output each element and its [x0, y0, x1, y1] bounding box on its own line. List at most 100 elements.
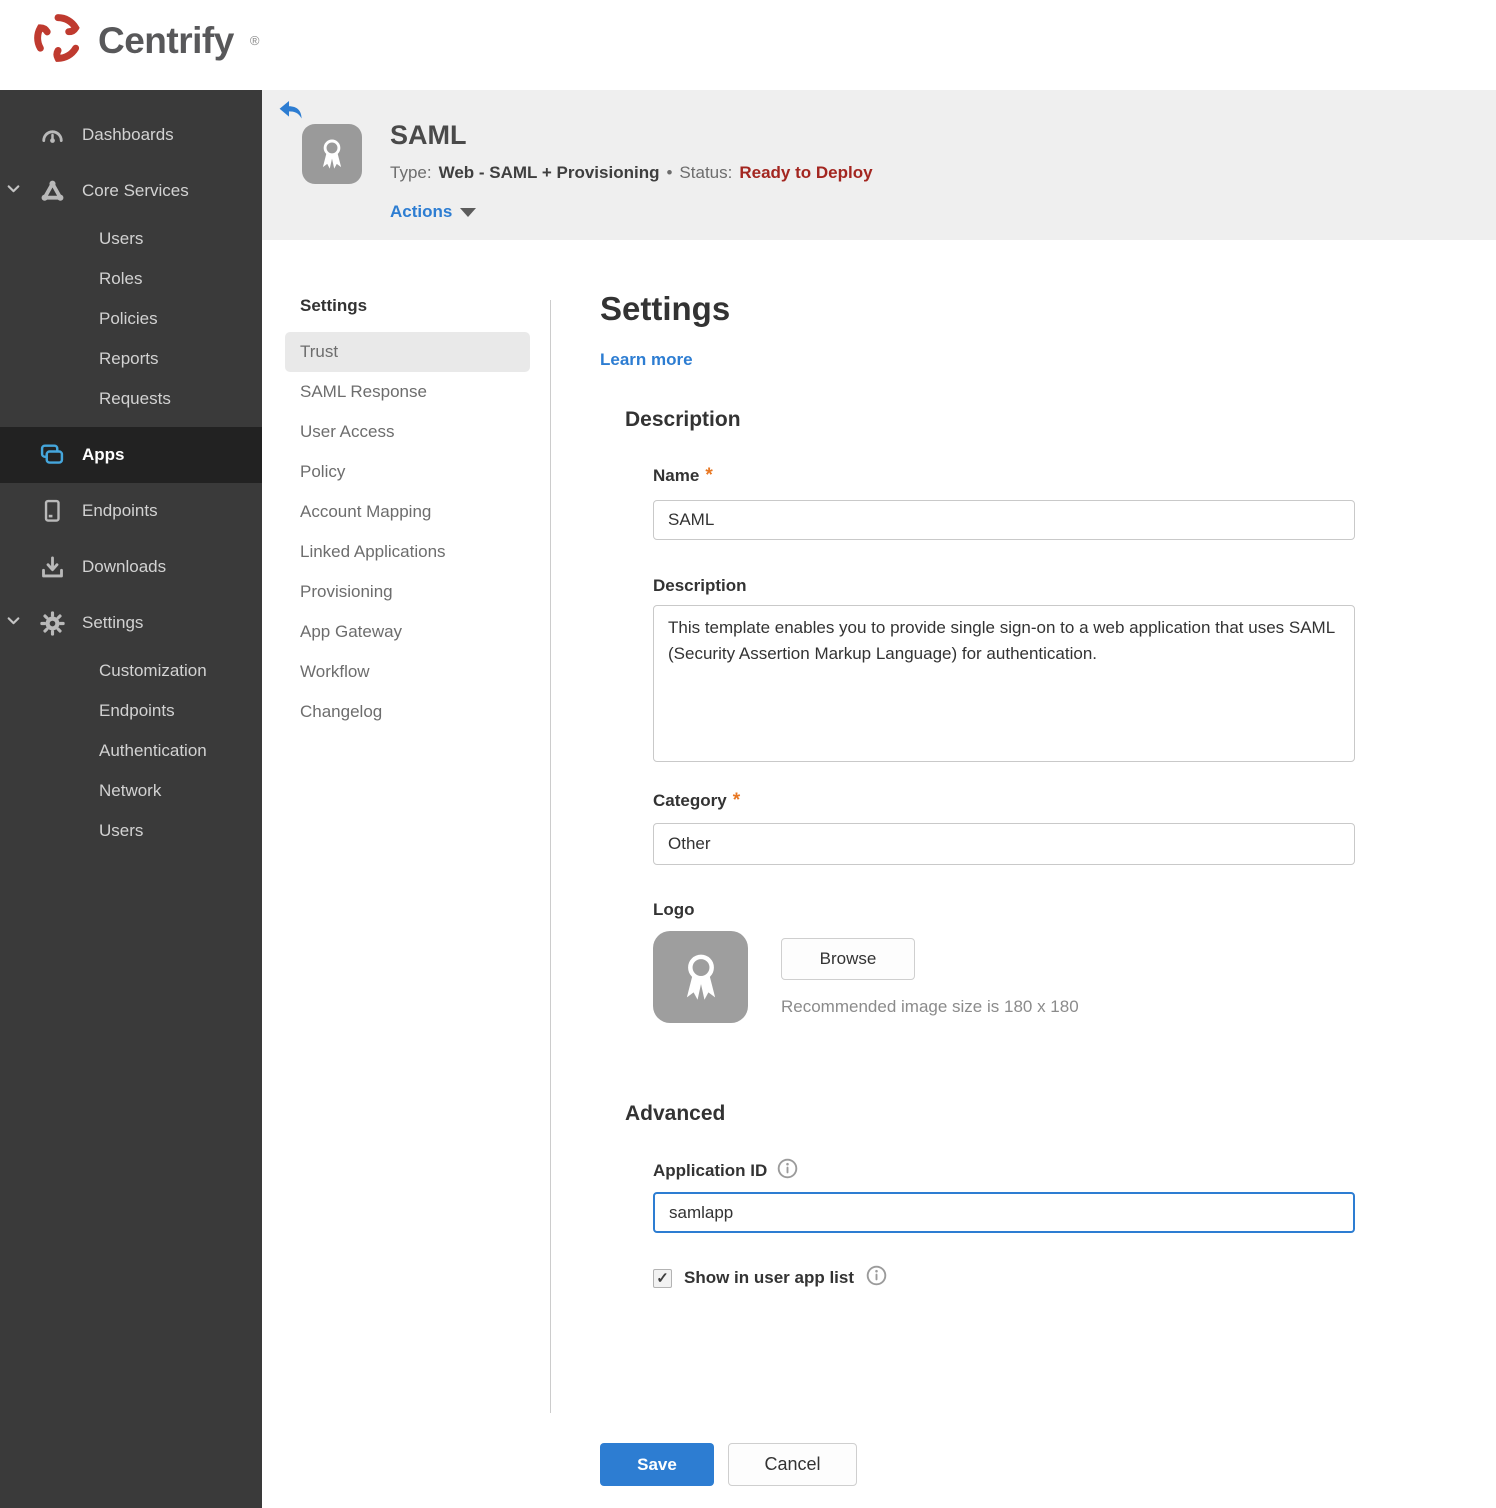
application-id-label: Application ID: [653, 1161, 768, 1180]
sidebar-item-customization[interactable]: Customization: [0, 651, 262, 691]
subnav-item-policy[interactable]: Policy: [285, 452, 530, 492]
application-id-input[interactable]: [653, 1192, 1355, 1233]
status-label: Status:: [679, 163, 733, 182]
chevron-down-icon[interactable]: [6, 613, 21, 633]
application-id-label-row: Application ID: [653, 1158, 798, 1184]
subnav-item-user-access[interactable]: User Access: [285, 412, 530, 452]
info-icon[interactable]: [777, 1158, 798, 1184]
name-field-label: Name *: [653, 465, 713, 486]
description-field-label: Description: [653, 576, 747, 595]
sidebar-subitem-label: Customization: [99, 661, 207, 680]
sidebar-item-settings[interactable]: Settings: [0, 595, 262, 651]
sidebar-item-label: Apps: [82, 445, 125, 464]
centrify-swirl-icon: [32, 12, 84, 69]
sidebar-item-label: Settings: [82, 613, 144, 632]
logo-size-hint: Recommended image size is 180 x 180: [781, 997, 1079, 1016]
description-section-header: Description: [625, 408, 741, 431]
category-input[interactable]: [653, 823, 1355, 865]
actions-label: Actions: [390, 202, 453, 221]
top-bar: Centrify ®: [0, 0, 1496, 90]
app-subnav: Settings Trust SAML Response User Access Po…: [285, 296, 530, 732]
subnav-item-provisioning[interactable]: Provisioning: [285, 572, 530, 612]
chevron-down-icon[interactable]: [6, 181, 21, 201]
sidebar-item-endpoints[interactable]: Endpoints: [0, 691, 262, 731]
sidebar-item-policies[interactable]: Policies: [0, 299, 262, 339]
sidebar-item-authentication[interactable]: Authentication: [0, 731, 262, 771]
sidebar-subitem-label: Users: [99, 229, 144, 248]
subnav-item-saml-response[interactable]: SAML Response: [285, 372, 530, 412]
brand-name: Centrify: [98, 19, 234, 61]
meta-separator: •: [666, 163, 673, 182]
subnav-item-linked-applications[interactable]: Linked Applications: [285, 532, 530, 572]
download-icon: [38, 553, 66, 581]
app-header: SAML Type: Web - SAML + Provisioning • S…: [262, 90, 1496, 240]
info-icon[interactable]: [866, 1265, 887, 1291]
name-input[interactable]: [653, 500, 1355, 540]
device-icon: [38, 497, 66, 525]
sidebar-item-users[interactable]: Users: [0, 811, 262, 851]
app-meta-line: Type: Web - SAML + Provisioning • Status…: [390, 163, 873, 183]
actions-dropdown[interactable]: Actions: [390, 202, 477, 222]
subnav-item-account-mapping[interactable]: Account Mapping: [285, 492, 530, 532]
vertical-divider: [550, 300, 551, 1413]
brand-registered-mark: ®: [249, 33, 260, 48]
sidebar-item-label: Core Services: [82, 181, 189, 200]
status-value: Ready to Deploy: [739, 163, 873, 182]
sidebar-item-network[interactable]: Network: [0, 771, 262, 811]
main-sidebar: Dashboards Core Services Users Roles Policie…: [0, 90, 262, 1508]
subnav-item-app-gateway[interactable]: App Gateway: [285, 612, 530, 652]
show-in-app-list-checkbox[interactable]: ✓: [653, 1268, 672, 1288]
sidebar-item-label: Endpoints: [82, 501, 158, 520]
sidebar-subitem-label: Policies: [99, 309, 158, 328]
sidebar-subitem-label: Endpoints: [99, 701, 175, 720]
subnav-header: Settings: [300, 296, 368, 315]
sidebar-item-dashboards[interactable]: Dashboards: [0, 107, 262, 163]
centrify-admin-screen: Centrify ® Dashboards Core Services Users R…: [0, 0, 1496, 1508]
page-title: Settings: [600, 290, 731, 327]
gear-icon: [38, 609, 66, 637]
sidebar-subitem-label: Network: [99, 781, 162, 800]
apps-icon: [38, 441, 66, 469]
description-textarea[interactable]: This template enables you to provide sin…: [653, 605, 1355, 762]
sidebar-subitem-label: Authentication: [99, 741, 207, 760]
browse-button[interactable]: Browse: [781, 938, 915, 980]
sidebar-item-users[interactable]: Users: [0, 219, 262, 259]
cancel-button[interactable]: Cancel: [728, 1443, 857, 1486]
app-title: SAML: [390, 120, 467, 150]
gauge-icon: [38, 121, 66, 149]
subnav-item-changelog[interactable]: Changelog: [285, 692, 530, 732]
subnav-item-trust[interactable]: Trust: [285, 332, 530, 372]
sidebar-item-core-services[interactable]: Core Services: [0, 163, 262, 219]
sidebar-item-downloads[interactable]: Downloads: [0, 539, 262, 595]
sidebar-item-apps[interactable]: Apps: [0, 427, 262, 483]
sidebar-item-reports[interactable]: Reports: [0, 339, 262, 379]
sidebar-subitem-label: Users: [99, 821, 144, 840]
save-button[interactable]: Save: [600, 1443, 714, 1486]
sidebar-item-label: Dashboards: [82, 125, 174, 144]
category-field-label: Category *: [653, 790, 741, 811]
show-in-app-list-row: ✓ Show in user app list: [653, 1265, 887, 1291]
learn-more-link[interactable]: Learn more: [600, 350, 693, 370]
back-arrow-icon[interactable]: [278, 98, 304, 122]
sidebar-item-roles[interactable]: Roles: [0, 259, 262, 299]
sidebar-subitem-label: Requests: [99, 389, 171, 408]
sidebar-item-endpoints[interactable]: Endpoints: [0, 483, 262, 539]
core-services-icon: [38, 177, 66, 205]
type-value: Web - SAML + Provisioning: [438, 163, 660, 182]
sidebar-subitem-label: Reports: [99, 349, 159, 368]
required-asterisk: *: [705, 465, 713, 486]
logo-field-label: Logo: [653, 900, 695, 919]
sidebar-item-label: Downloads: [82, 557, 167, 576]
centrify-logo: Centrify ®: [32, 12, 259, 69]
sidebar-item-requests[interactable]: Requests: [0, 379, 262, 419]
subnav-item-workflow[interactable]: Workflow: [285, 652, 530, 692]
type-label: Type:: [390, 163, 432, 182]
chevron-down-icon: [460, 207, 477, 217]
logo-preview-ribbon-icon: [653, 931, 748, 1023]
show-in-app-list-label: Show in user app list: [684, 1268, 855, 1287]
app-logo-ribbon-icon: [302, 124, 362, 184]
sidebar-subitem-label: Roles: [99, 269, 143, 288]
subnav-list: Trust SAML Response User Access Policy Accou…: [285, 332, 530, 732]
required-asterisk: *: [732, 790, 741, 811]
advanced-section-header: Advanced: [625, 1102, 726, 1125]
